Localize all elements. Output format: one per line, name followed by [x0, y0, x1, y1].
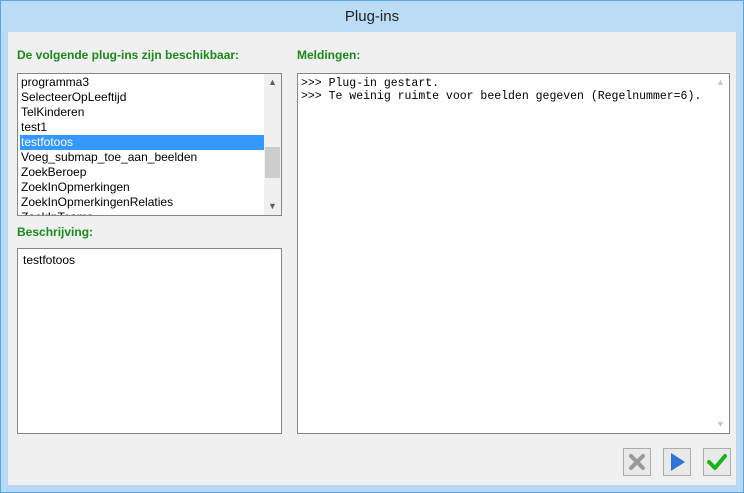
- play-icon: [671, 453, 685, 471]
- plugin-list-item[interactable]: ZoekBeroep: [20, 165, 86, 180]
- plugins-label: De volgende plug-ins zijn beschikbaar:: [17, 48, 240, 62]
- message-line: >>> Plug-in gestart.: [301, 77, 440, 90]
- messages-box[interactable]: >>> Plug-in gestart. >>> Te weinig ruimt…: [297, 73, 730, 434]
- message-line: >>> Te weinig ruimte voor beelden gegeve…: [301, 90, 702, 103]
- plugin-list-item[interactable]: Voeg_submap_toe_aan_beelden: [20, 150, 197, 165]
- plugin-list-item[interactable]: SelecteerOpLeeftijd: [20, 90, 126, 105]
- plugin-list-item[interactable]: ZoekInTeams…: [20, 210, 105, 215]
- description-text: testfotoos: [23, 253, 76, 267]
- scroll-up-icon[interactable]: ▲: [712, 74, 729, 91]
- window-title: Plug-ins: [344, 8, 400, 25]
- checkmark-icon: [707, 454, 727, 470]
- plugin-list-item[interactable]: ZoekInOpmerkingenRelaties: [20, 195, 173, 210]
- cancel-button[interactable]: [623, 448, 651, 476]
- title-bar: Plug-ins: [1, 1, 743, 32]
- messages-label: Meldingen:: [297, 48, 361, 62]
- scroll-down-icon[interactable]: ▼: [264, 198, 281, 215]
- scroll-up-icon[interactable]: ▲: [264, 74, 281, 91]
- close-icon: [629, 454, 645, 470]
- description-label: Beschrijving:: [17, 225, 94, 239]
- plugins-dialog: Plug-ins De volgende plug-ins zijn besch…: [0, 0, 744, 493]
- description-box: testfotoos: [17, 248, 282, 434]
- plugin-list-item[interactable]: programma3: [20, 75, 89, 90]
- run-button[interactable]: [663, 448, 691, 476]
- plugin-listbox[interactable]: programma3 SelecteerOpLeeftijd TelKinderen…: [17, 73, 282, 216]
- plugin-list-item[interactable]: ZoekInOpmerkingen: [20, 180, 130, 195]
- scroll-thumb[interactable]: [265, 147, 280, 178]
- plugin-list-item[interactable]: TelKinderen: [20, 105, 84, 120]
- scroll-down-icon[interactable]: ▼: [712, 416, 729, 433]
- ok-button[interactable]: [703, 448, 731, 476]
- dialog-body: De volgende plug-ins zijn beschikbaar: p…: [8, 32, 736, 485]
- plugin-list-item[interactable]: test1: [20, 120, 47, 135]
- plugin-list-scrollbar[interactable]: ▲ ▼: [264, 74, 281, 215]
- plugin-list-item[interactable]: testfotoos: [20, 135, 265, 150]
- messages-scrollbar[interactable]: ▲ ▼: [712, 74, 729, 433]
